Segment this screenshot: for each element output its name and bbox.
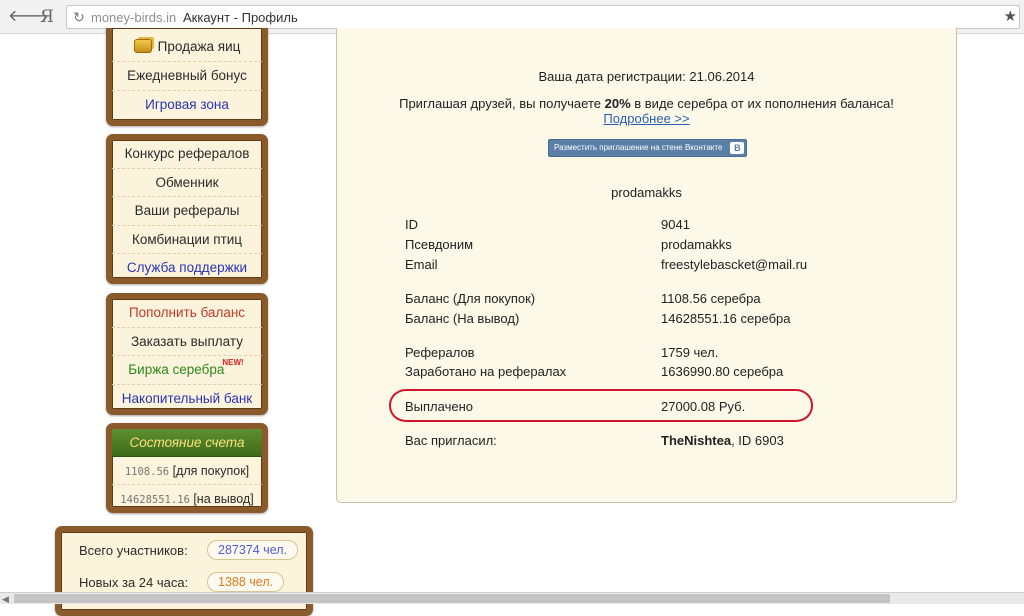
info-value-email: freestylebascket@mail.ru (661, 257, 808, 272)
stat-new-label: Новых за 24 часа: (79, 575, 189, 590)
sidebar-panel-game: Продажа яиц Ежедневный бонус Игровая зон… (106, 28, 268, 126)
bookmark-star-icon[interactable]: ★ (1004, 8, 1017, 26)
info-label-nickname: Псевдоним (405, 237, 474, 252)
info-label-id: ID (405, 217, 418, 232)
sidebar-item-label: Продажа яиц (157, 39, 241, 54)
profile-username: prodamakks (611, 185, 682, 200)
info-value-referrals: 1759 чел. (661, 345, 719, 360)
info-label-balance-withdraw: Баланс (На вывод) (405, 311, 520, 326)
sidebar-panel-referrals: Конкурс рефералов Обменник Ваши рефералы… (106, 134, 268, 284)
account-withdraw-balance: 14628551.16 [на вывод] (112, 485, 262, 513)
stat-total-value: 287374 чел. (207, 540, 299, 560)
sidebar-item-savings-bank[interactable]: Накопительный банк (112, 385, 262, 414)
invite-promo-text: Приглашая друзей, вы получаете 20% в вид… (337, 96, 956, 111)
account-state-panel: Состояние счета 1108.56 [для покупок] 14… (106, 423, 268, 513)
sidebar-item-silver-exchange[interactable]: Биржа серебраNEW! (112, 356, 262, 385)
info-value-earned: 1636990.80 серебра (661, 364, 784, 379)
account-purchase-value: 1108.56 (124, 466, 170, 478)
sidebar-item-egg-sale[interactable]: Продажа яиц (112, 28, 262, 62)
sidebar-item-exchanger[interactable]: Обменник (112, 169, 262, 197)
info-label-balance-purchase: Баланс (Для покупок) (405, 291, 536, 306)
profile-content-box: Ваша дата регистрации: 21.06.2014 Пригла… (336, 28, 957, 503)
invite-prefix: Приглашая друзей, вы получаете (399, 96, 605, 111)
sidebar-item-label: Биржа серебра (128, 362, 225, 377)
sidebar-item-daily-bonus[interactable]: Ежедневный бонус (112, 62, 262, 91)
registration-date: Ваша дата регистрации: 21.06.2014 (538, 69, 755, 84)
inviter-id: , ID 6903 (731, 433, 784, 448)
sidebar-item-your-referrals[interactable]: Ваши рефералы (112, 197, 262, 226)
sidebar-item-top-up[interactable]: Пополнить баланс (112, 299, 262, 328)
invite-percent: 20% (604, 96, 631, 111)
vk-invite-button[interactable]: Разместить приглашение на стене Вконтакт… (548, 139, 748, 157)
sidebar-panel-finance: Пополнить баланс Заказать выплату Биржа … (106, 293, 268, 415)
account-purchase-label: [для покупок] (172, 464, 250, 478)
info-label-earned: Заработано на рефералах (405, 364, 567, 379)
stat-total-members: Всего участников: 287374 чел. (61, 532, 307, 564)
account-withdraw-label: [на вывод] (193, 492, 254, 506)
invite-suffix: в виде серебра от их пополнения баланса! (630, 96, 894, 111)
new-badge: NEW! (222, 358, 244, 367)
sidebar-item-order-payout[interactable]: Заказать выплату (112, 328, 262, 356)
account-withdraw-value: 14628551.16 (120, 494, 190, 506)
info-label-referrals: Рефералов (405, 345, 475, 360)
sidebar-item-bird-combinations[interactable]: Комбинации птиц (112, 226, 262, 254)
sidebar-item-game-zone[interactable]: Игровая зона (112, 91, 262, 120)
info-label-inviter: Вас пригласил: (405, 433, 497, 448)
yandex-logo-icon[interactable]: Я (36, 6, 58, 28)
address-page-title: Аккаунт - Профиль (183, 10, 298, 25)
info-value-nickname: prodamakks (661, 237, 732, 252)
coins-icon (133, 39, 152, 53)
account-state-header: Состояние счета (112, 429, 262, 457)
info-value-balance-purchase: 1108.56 серебра (661, 291, 761, 306)
stat-new-value: 1388 чел. (207, 572, 285, 592)
scroll-left-arrow-icon[interactable]: ◀ (2, 594, 9, 604)
stat-total-label: Всего участников: (79, 543, 188, 558)
reload-icon[interactable]: ↻ (71, 8, 87, 26)
scrollbar-thumb[interactable] (14, 594, 890, 603)
address-bar[interactable]: ↻ money-birds.in Аккаунт - Профиль ★ (66, 5, 1020, 29)
more-details-link[interactable]: Подробнее >> (337, 111, 956, 126)
sidebar-item-support[interactable]: Служба поддержки (112, 254, 262, 283)
vk-invite-label: Разместить приглашение на стене Вконтакт… (554, 143, 723, 152)
back-arrow-icon[interactable]: 🡐 (8, 6, 51, 28)
info-value-inviter: TheNishtea, ID 6903 (661, 433, 784, 448)
info-value-id: 9041 (661, 217, 690, 232)
horizontal-scrollbar[interactable]: ◀ (0, 592, 1024, 604)
info-label-email: Email (405, 257, 438, 272)
inviter-name: TheNishtea (661, 433, 732, 448)
vk-logo-icon: B (730, 142, 745, 154)
address-domain: money-birds.in (91, 10, 177, 25)
payout-highlight-oval (389, 389, 813, 422)
info-value-balance-withdraw: 14628551.16 серебра (661, 311, 791, 326)
sidebar-item-referral-contest[interactable]: Конкурс рефералов (112, 140, 262, 169)
account-purchase-balance: 1108.56 [для покупок] (112, 457, 262, 485)
